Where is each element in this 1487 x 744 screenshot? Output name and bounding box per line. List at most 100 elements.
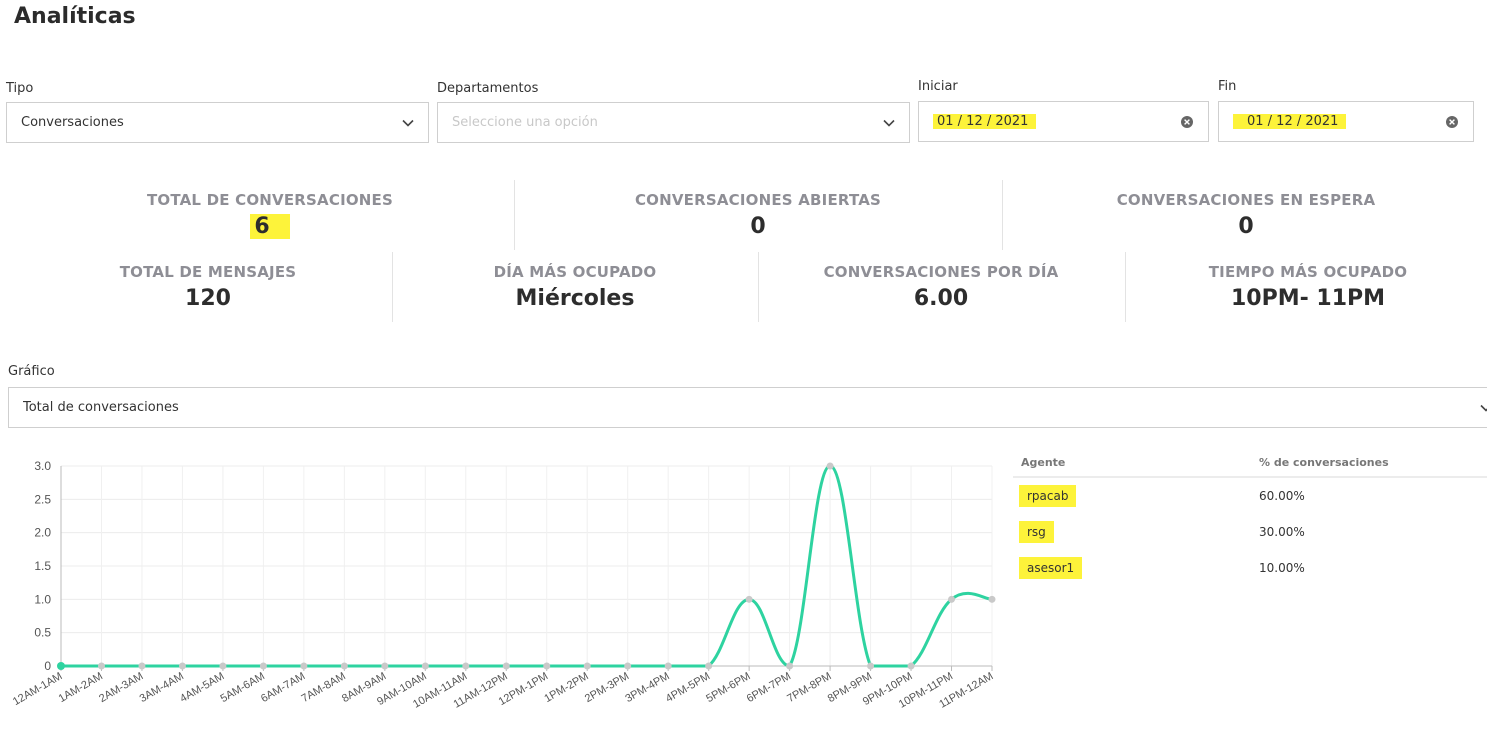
agent-name: asesor1 (1019, 557, 1083, 579)
data-point (381, 662, 389, 670)
data-point (219, 662, 227, 670)
y-tick-label: 1.5 (34, 559, 51, 573)
y-tick-label: 1.0 (34, 592, 51, 606)
departamentos-label: Departamentos (437, 81, 539, 96)
header-porcentaje: % de conversaciones (1259, 455, 1389, 469)
stat-label: DÍA MÁS OCUPADO (493, 263, 657, 281)
data-point (57, 662, 65, 670)
grafico-select[interactable]: Total de conversaciones (8, 387, 1487, 428)
stat-label: CONVERSACIONES EN ESPERA (1116, 191, 1376, 209)
stat-dia-mas-ocupado: DÍA MÁS OCUPADO Miércoles (392, 263, 758, 311)
stat-conversaciones-espera: CONVERSACIONES EN ESPERA 0 (1016, 191, 1476, 239)
data-point (543, 662, 551, 670)
data-point (340, 662, 348, 670)
agent-name: rpacab (1019, 485, 1077, 507)
data-point (259, 662, 267, 670)
table-row: rpacab 60.00% (1013, 478, 1487, 514)
stat-label: TOTAL DE CONVERSACIONES (146, 191, 394, 209)
y-tick-label: 0 (44, 659, 51, 673)
stat-label: CONVERSACIONES ABIERTAS (634, 191, 882, 209)
fin-label: Fin (1218, 79, 1237, 94)
stat-total-conversaciones: TOTAL DE CONVERSACIONES 6 (40, 191, 500, 239)
agents-table: Agente % de conversaciones rpacab 60.00%… (1013, 448, 1487, 586)
stat-value: 0 (750, 214, 766, 239)
iniciar-date-input[interactable]: 01 / 12 / 2021 (918, 101, 1209, 142)
chevron-down-icon (1480, 404, 1487, 412)
data-point (786, 662, 794, 670)
stat-conversaciones-abiertas: CONVERSACIONES ABIERTAS 0 (528, 191, 988, 239)
y-tick-label: 0.5 (34, 626, 51, 640)
divider (514, 180, 515, 250)
x-tick-label: 7AM-8AM (299, 670, 347, 705)
x-tick-label: 7PM-8PM (785, 670, 833, 705)
agent-name: rsg (1019, 521, 1054, 543)
stat-value: 0 (1238, 214, 1254, 239)
departamentos-select[interactable]: Seleccione una opción (437, 102, 910, 143)
stat-value: 6 (250, 214, 290, 239)
stat-label: CONVERSACIONES POR DÍA (823, 263, 1059, 281)
x-tick-label: 5PM-6PM (704, 670, 752, 705)
x-tick-label: 2PM-3PM (583, 670, 631, 705)
data-point (867, 662, 875, 670)
data-point (907, 662, 915, 670)
iniciar-label: Iniciar (918, 79, 958, 94)
clear-circle-icon[interactable] (1180, 115, 1194, 129)
data-point (948, 595, 956, 603)
data-point (502, 662, 510, 670)
stat-conversaciones-por-dia: CONVERSACIONES POR DÍA 6.00 (758, 263, 1124, 311)
agents-table-header: Agente % de conversaciones (1013, 448, 1487, 478)
data-point (97, 662, 105, 670)
data-point (664, 662, 672, 670)
x-tick-label: 3AM-4AM (138, 670, 186, 705)
x-tick-label: 3PM-4PM (623, 670, 671, 705)
data-point (462, 662, 470, 670)
data-point (178, 662, 186, 670)
stat-value: Miércoles (515, 286, 635, 311)
data-point (745, 595, 753, 603)
y-tick-label: 2.5 (34, 492, 51, 506)
iniciar-date-value: 01 / 12 / 2021 (933, 114, 1037, 129)
fin-date-input[interactable]: 01 / 12 / 2021 (1218, 101, 1474, 142)
x-tick-label: 1PM-2PM (542, 670, 590, 705)
grafico-select-value: Total de conversaciones (23, 400, 179, 415)
tipo-select-value: Conversaciones (21, 115, 124, 130)
stat-label: TOTAL DE MENSAJES (119, 263, 297, 281)
table-row: asesor1 10.00% (1013, 550, 1487, 586)
grafico-label: Gráfico (8, 364, 55, 379)
stat-total-mensajes: TOTAL DE MENSAJES 120 (25, 263, 391, 311)
x-tick-label: 12AM-1AM (11, 670, 65, 708)
data-point (138, 662, 146, 670)
agent-percent: 30.00% (1259, 525, 1305, 539)
x-tick-label: 1AM-2AM (57, 670, 105, 705)
y-tick-label: 3.0 (34, 459, 51, 473)
data-point (705, 662, 713, 670)
x-tick-label: 2AM-3AM (97, 670, 145, 705)
x-tick-label: 6PM-7PM (745, 670, 793, 705)
stat-label: TIEMPO MÁS OCUPADO (1208, 263, 1408, 281)
data-point (421, 662, 429, 670)
data-point (300, 662, 308, 670)
stat-value: 10PM- 11PM (1230, 286, 1386, 311)
y-tick-label: 2.0 (34, 526, 51, 540)
tipo-label: Tipo (6, 81, 34, 96)
x-tick-label: 5AM-6AM (219, 670, 267, 705)
clear-circle-icon[interactable] (1445, 115, 1459, 129)
conversations-line-chart: 0 0.5 1.0 1.5 2.0 2.5 3.0 12AM-1AM 1AM-2AM 2AM-3A… (0, 452, 1005, 744)
agent-percent: 60.00% (1259, 489, 1305, 503)
stat-value: 120 (185, 286, 231, 311)
data-point (583, 662, 591, 670)
chevron-down-icon (402, 119, 414, 127)
data-point (826, 462, 834, 470)
data-point (988, 595, 996, 603)
stat-value: 6.00 (913, 286, 969, 311)
x-tick-label: 4AM-5AM (178, 670, 226, 705)
table-row: rsg 30.00% (1013, 514, 1487, 550)
divider (1002, 180, 1003, 250)
x-tick-label: 6AM-7AM (259, 670, 307, 705)
data-point (624, 662, 632, 670)
x-tick-label: 4PM-5PM (664, 670, 712, 705)
agent-percent: 10.00% (1259, 561, 1305, 575)
departamentos-placeholder: Seleccione una opción (452, 115, 598, 130)
tipo-select[interactable]: Conversaciones (6, 102, 429, 143)
stat-tiempo-mas-ocupado: TIEMPO MÁS OCUPADO 10PM- 11PM (1125, 263, 1487, 311)
